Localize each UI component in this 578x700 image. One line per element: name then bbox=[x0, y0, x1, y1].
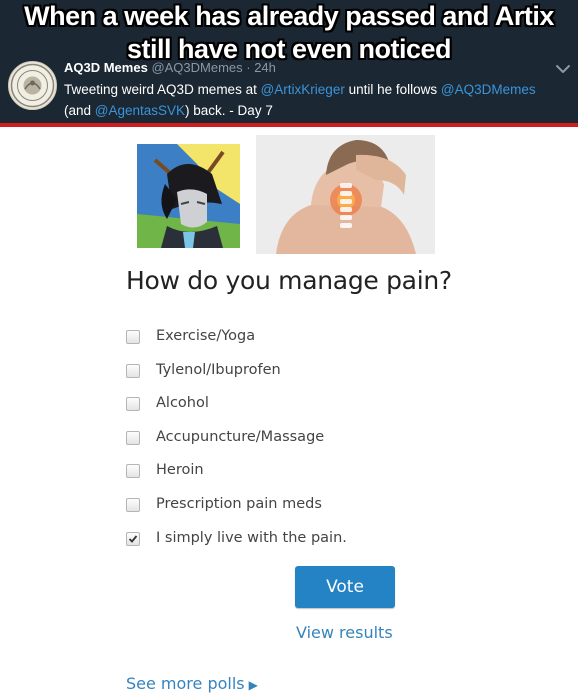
poll-option-label[interactable]: Tylenol/Ibuprofen bbox=[156, 362, 281, 378]
poll-option-label[interactable]: Prescription pain meds bbox=[156, 496, 322, 512]
red-divider bbox=[0, 123, 578, 127]
caret-right-icon: ▶ bbox=[248, 678, 258, 692]
checkbox[interactable] bbox=[126, 430, 140, 445]
vote-button[interactable]: Vote bbox=[295, 566, 395, 608]
checkbox[interactable] bbox=[126, 464, 140, 479]
poll-option-label[interactable]: I simply live with the pain. bbox=[156, 530, 347, 546]
tweet-display-name[interactable]: AQ3D Memes bbox=[64, 60, 148, 75]
mention-aq3dmemes[interactable]: @AQ3DMemes bbox=[441, 82, 536, 97]
tweet-text-part: until he follows bbox=[344, 82, 441, 97]
character-image bbox=[137, 144, 240, 248]
seal-logo-icon bbox=[10, 63, 55, 108]
mention-agentassvk[interactable]: @AgentasSVK bbox=[95, 103, 185, 118]
tweet-text: Tweeting weird AQ3D memes at @ArtixKrieg… bbox=[64, 79, 564, 121]
checkbox-checked[interactable] bbox=[126, 531, 140, 546]
tweet-text-part: Tweeting weird AQ3D memes at bbox=[64, 82, 261, 97]
checkbox[interactable] bbox=[126, 330, 140, 344]
checkbox[interactable] bbox=[126, 498, 140, 512]
see-more-polls-label[interactable]: See more polls bbox=[126, 674, 245, 693]
tweet-text-part: (and bbox=[64, 103, 95, 118]
tweet-handle-time[interactable]: @AQ3DMemes · 24h bbox=[151, 60, 275, 75]
mention-artixkrieger[interactable]: @ArtixKrieger bbox=[261, 82, 345, 97]
avatar[interactable] bbox=[8, 61, 57, 110]
neck-pain-image bbox=[256, 135, 435, 254]
checkmark-icon bbox=[128, 535, 138, 543]
tweet-byline: AQ3D Memes @AQ3DMemes · 24h bbox=[64, 60, 276, 75]
poll-option-label[interactable]: Alcohol bbox=[156, 395, 209, 411]
poll-option-label[interactable]: Accupuncture/Massage bbox=[156, 429, 324, 445]
checkbox[interactable] bbox=[126, 363, 140, 378]
meme-caption-line-1: When a week has already passed and Artix bbox=[24, 1, 554, 31]
view-results-link[interactable]: View results bbox=[296, 623, 393, 642]
poll-option-label[interactable]: Exercise/Yoga bbox=[156, 328, 255, 344]
tweet-text-part: ) back. - Day 7 bbox=[185, 103, 273, 118]
chevron-down-icon[interactable] bbox=[555, 63, 571, 75]
checkbox[interactable] bbox=[126, 397, 140, 412]
meme-caption: When a week has already passed and Artix… bbox=[0, 0, 578, 66]
poll-option-label[interactable]: Heroin bbox=[156, 462, 204, 478]
poll-question: How do you manage pain? bbox=[126, 266, 452, 295]
see-more-polls-link[interactable]: See more polls ▶ bbox=[126, 674, 258, 693]
